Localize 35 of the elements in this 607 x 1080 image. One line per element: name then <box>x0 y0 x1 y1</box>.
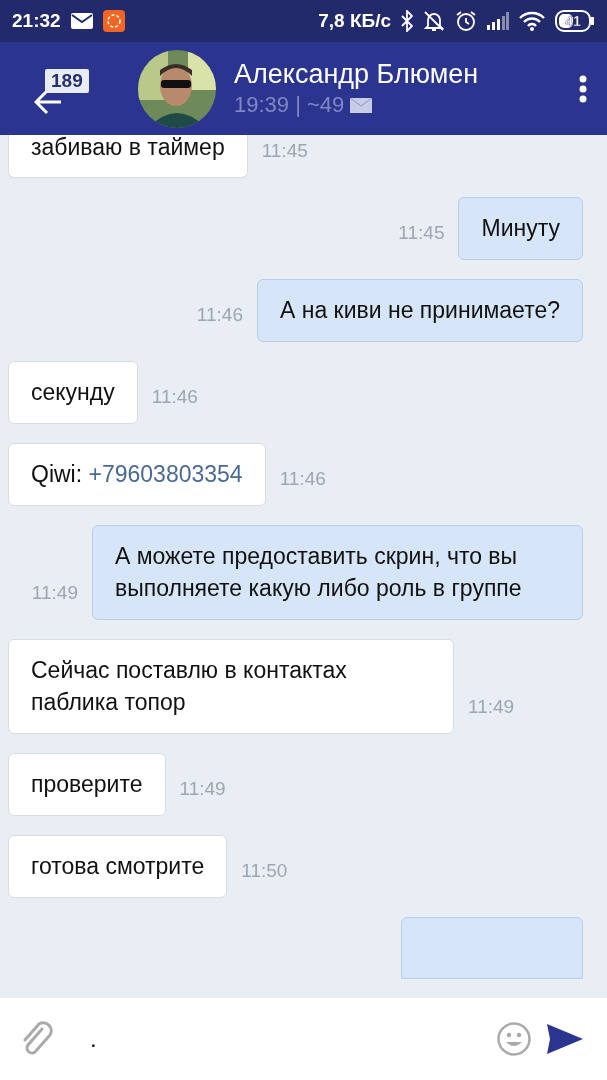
contact-name: Александр Блюмен <box>234 59 480 90</box>
bell-off-icon <box>423 10 445 32</box>
app-icon <box>102 10 125 32</box>
unread-badge: 189 <box>45 68 89 93</box>
message-text: А на киви не принимаете? <box>280 296 560 325</box>
message-time: 11:49 <box>468 696 515 719</box>
message-time: 11:46 <box>151 386 198 409</box>
bluetooth-icon <box>401 10 413 32</box>
message-time: 11:49 <box>179 778 226 801</box>
alarm-icon <box>455 10 477 32</box>
network-speed: 7,8 КБ/с <box>318 10 391 32</box>
message-time: 11:45 <box>398 222 445 245</box>
message-time: 11:49 <box>31 582 78 605</box>
message-text: Минуту <box>481 214 560 243</box>
wifi-icon <box>519 11 545 31</box>
message-text: Сейчас поставлю в контактах паблика топор <box>31 656 348 717</box>
phone-link[interactable]: +79603803354 <box>88 461 243 487</box>
message-time: 11:46 <box>279 468 326 491</box>
message-text: проверите <box>31 770 143 799</box>
signal-icon <box>487 12 509 30</box>
message-text: секунду <box>31 378 115 407</box>
back-arrow-icon[interactable] <box>34 88 62 115</box>
message-text: готова смотрите <box>31 852 205 881</box>
send-icon[interactable] <box>547 1024 583 1054</box>
message-time: 11:45 <box>261 140 308 163</box>
message-text: Qiwi: +79603803354 <box>31 460 243 489</box>
last-seen: 19:39 | ~49 <box>234 92 345 118</box>
message-text: забиваю в таймер <box>31 135 225 162</box>
message-time: 11:46 <box>196 304 243 327</box>
message-time: 11:50 <box>241 860 288 883</box>
envelope-icon <box>350 97 373 113</box>
menu-icon[interactable] <box>579 74 587 103</box>
clock: 21:32 <box>12 10 61 32</box>
mail-icon <box>70 13 93 29</box>
message-text: А можете предоставить скрин, что вы выполняете какую либо роль в группе <box>115 542 523 603</box>
